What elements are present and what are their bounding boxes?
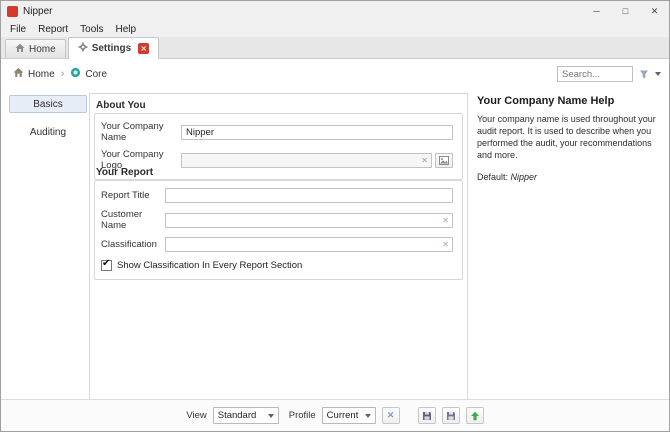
classification-input[interactable] xyxy=(165,237,453,252)
show-classification-checkbox[interactable] xyxy=(101,260,112,271)
breadcrumb-home[interactable]: Home xyxy=(13,67,55,81)
content-area: Home › Core Basics Auditing xyxy=(1,59,669,431)
show-classification-row: Show Classification In Every Report Sect… xyxy=(101,260,453,271)
browse-logo-button[interactable] xyxy=(435,153,453,168)
customer-name-row: Customer Name ✕ xyxy=(101,209,453,231)
tab-home[interactable]: Home xyxy=(5,39,66,58)
tab-settings-label: Settings xyxy=(92,43,131,54)
company-name-row: Your Company Name xyxy=(101,121,453,143)
save-icon xyxy=(422,411,432,421)
show-classification-label: Show Classification In Every Report Sect… xyxy=(117,260,302,271)
help-panel: Your Company Name Help Your company name… xyxy=(477,95,665,182)
app-logo-icon xyxy=(7,6,18,17)
search-input[interactable] xyxy=(557,66,633,82)
help-title: Your Company Name Help xyxy=(477,95,665,107)
home-icon xyxy=(13,67,24,81)
profile-label: Profile xyxy=(289,410,316,421)
profile-select-value: Current xyxy=(327,410,359,421)
core-icon xyxy=(70,67,81,81)
delete-profile-button[interactable]: ✕ xyxy=(382,407,400,424)
sidebar-auditing-label: Auditing xyxy=(30,127,66,138)
maximize-button[interactable]: □ xyxy=(611,1,640,21)
sidebar-item-auditing[interactable]: Auditing xyxy=(9,123,87,141)
sidebar-item-basics[interactable]: Basics xyxy=(9,95,87,113)
report-title-label: Report Title xyxy=(101,190,165,201)
section-title-about-you: About You xyxy=(96,100,146,111)
view-label: View xyxy=(186,410,206,421)
company-logo-input[interactable] xyxy=(181,153,432,168)
company-name-label: Your Company Name xyxy=(101,121,181,143)
view-select[interactable]: Standard xyxy=(213,407,279,424)
set-default-profile-button[interactable] xyxy=(466,407,484,424)
report-title-row: Report Title xyxy=(101,188,453,203)
classification-row: Classification ✕ xyxy=(101,237,453,252)
sidebar-basics-label: Basics xyxy=(33,99,62,110)
menubar: File Report Tools Help xyxy=(1,21,669,37)
save-profile-button[interactable] xyxy=(418,407,436,424)
section-title-your-report: Your Report xyxy=(96,167,153,178)
chevron-right-icon: › xyxy=(61,68,65,80)
settings-form-panel: About You Your Company Name Your Company… xyxy=(89,93,468,401)
tab-settings[interactable]: Settings ✕ xyxy=(68,37,159,59)
breadcrumb-core-label: Core xyxy=(85,69,107,80)
company-name-input[interactable] xyxy=(181,125,453,140)
image-icon xyxy=(439,156,449,165)
report-title-input[interactable] xyxy=(165,188,453,203)
x-icon: ✕ xyxy=(387,410,395,421)
close-button[interactable]: ✕ xyxy=(640,1,669,21)
filter-button[interactable] xyxy=(639,69,661,80)
breadcrumb: Home › Core xyxy=(13,67,107,81)
breadcrumb-core[interactable]: Core xyxy=(70,67,107,81)
view-select-value: Standard xyxy=(218,410,257,421)
tab-home-label: Home xyxy=(29,44,56,55)
company-logo-row: Your Company Logo ✕ xyxy=(101,149,453,171)
menu-file[interactable]: File xyxy=(4,23,32,36)
save-profile-as-button[interactable] xyxy=(442,407,460,424)
menu-tools[interactable]: Tools xyxy=(74,23,109,36)
window-controls: ─ □ ✕ xyxy=(582,1,669,21)
app-window: Nipper ─ □ ✕ File Report Tools Help Home xyxy=(0,0,670,432)
settings-icon xyxy=(78,42,88,55)
profile-select[interactable]: Current xyxy=(322,407,376,424)
help-body: Your company name is used throughout you… xyxy=(477,113,665,162)
titlebar: Nipper ─ □ ✕ xyxy=(1,1,669,21)
customer-name-input[interactable] xyxy=(165,213,453,228)
green-arrow-icon xyxy=(470,411,480,421)
tab-close-icon[interactable]: ✕ xyxy=(138,43,149,54)
tabbar: Home Settings ✕ xyxy=(1,37,669,59)
clear-icon[interactable]: ✕ xyxy=(442,239,449,250)
search-area xyxy=(557,66,661,82)
your-report-group: Report Title Customer Name ✕ Classificat… xyxy=(94,180,463,280)
chevron-down-icon xyxy=(268,414,274,418)
clear-icon[interactable]: ✕ xyxy=(421,155,428,166)
help-default-label: Default: xyxy=(477,172,508,182)
funnel-icon xyxy=(639,69,650,80)
classification-label: Classification xyxy=(101,239,165,250)
chevron-down-icon xyxy=(655,72,661,76)
chevron-down-icon xyxy=(365,414,371,418)
footer-toolbar: View Standard Profile Current ✕ xyxy=(1,399,669,431)
help-default: Default: Nipper xyxy=(477,172,665,182)
menu-help[interactable]: Help xyxy=(110,23,143,36)
menu-report[interactable]: Report xyxy=(32,23,74,36)
home-icon xyxy=(15,43,25,56)
breadcrumb-home-label: Home xyxy=(28,69,55,80)
clear-icon[interactable]: ✕ xyxy=(442,215,449,226)
help-default-value: Nipper xyxy=(511,172,538,182)
minimize-button[interactable]: ─ xyxy=(582,1,611,21)
save-as-icon xyxy=(446,411,456,421)
window-title: Nipper xyxy=(23,6,52,17)
customer-name-label: Customer Name xyxy=(101,209,165,231)
